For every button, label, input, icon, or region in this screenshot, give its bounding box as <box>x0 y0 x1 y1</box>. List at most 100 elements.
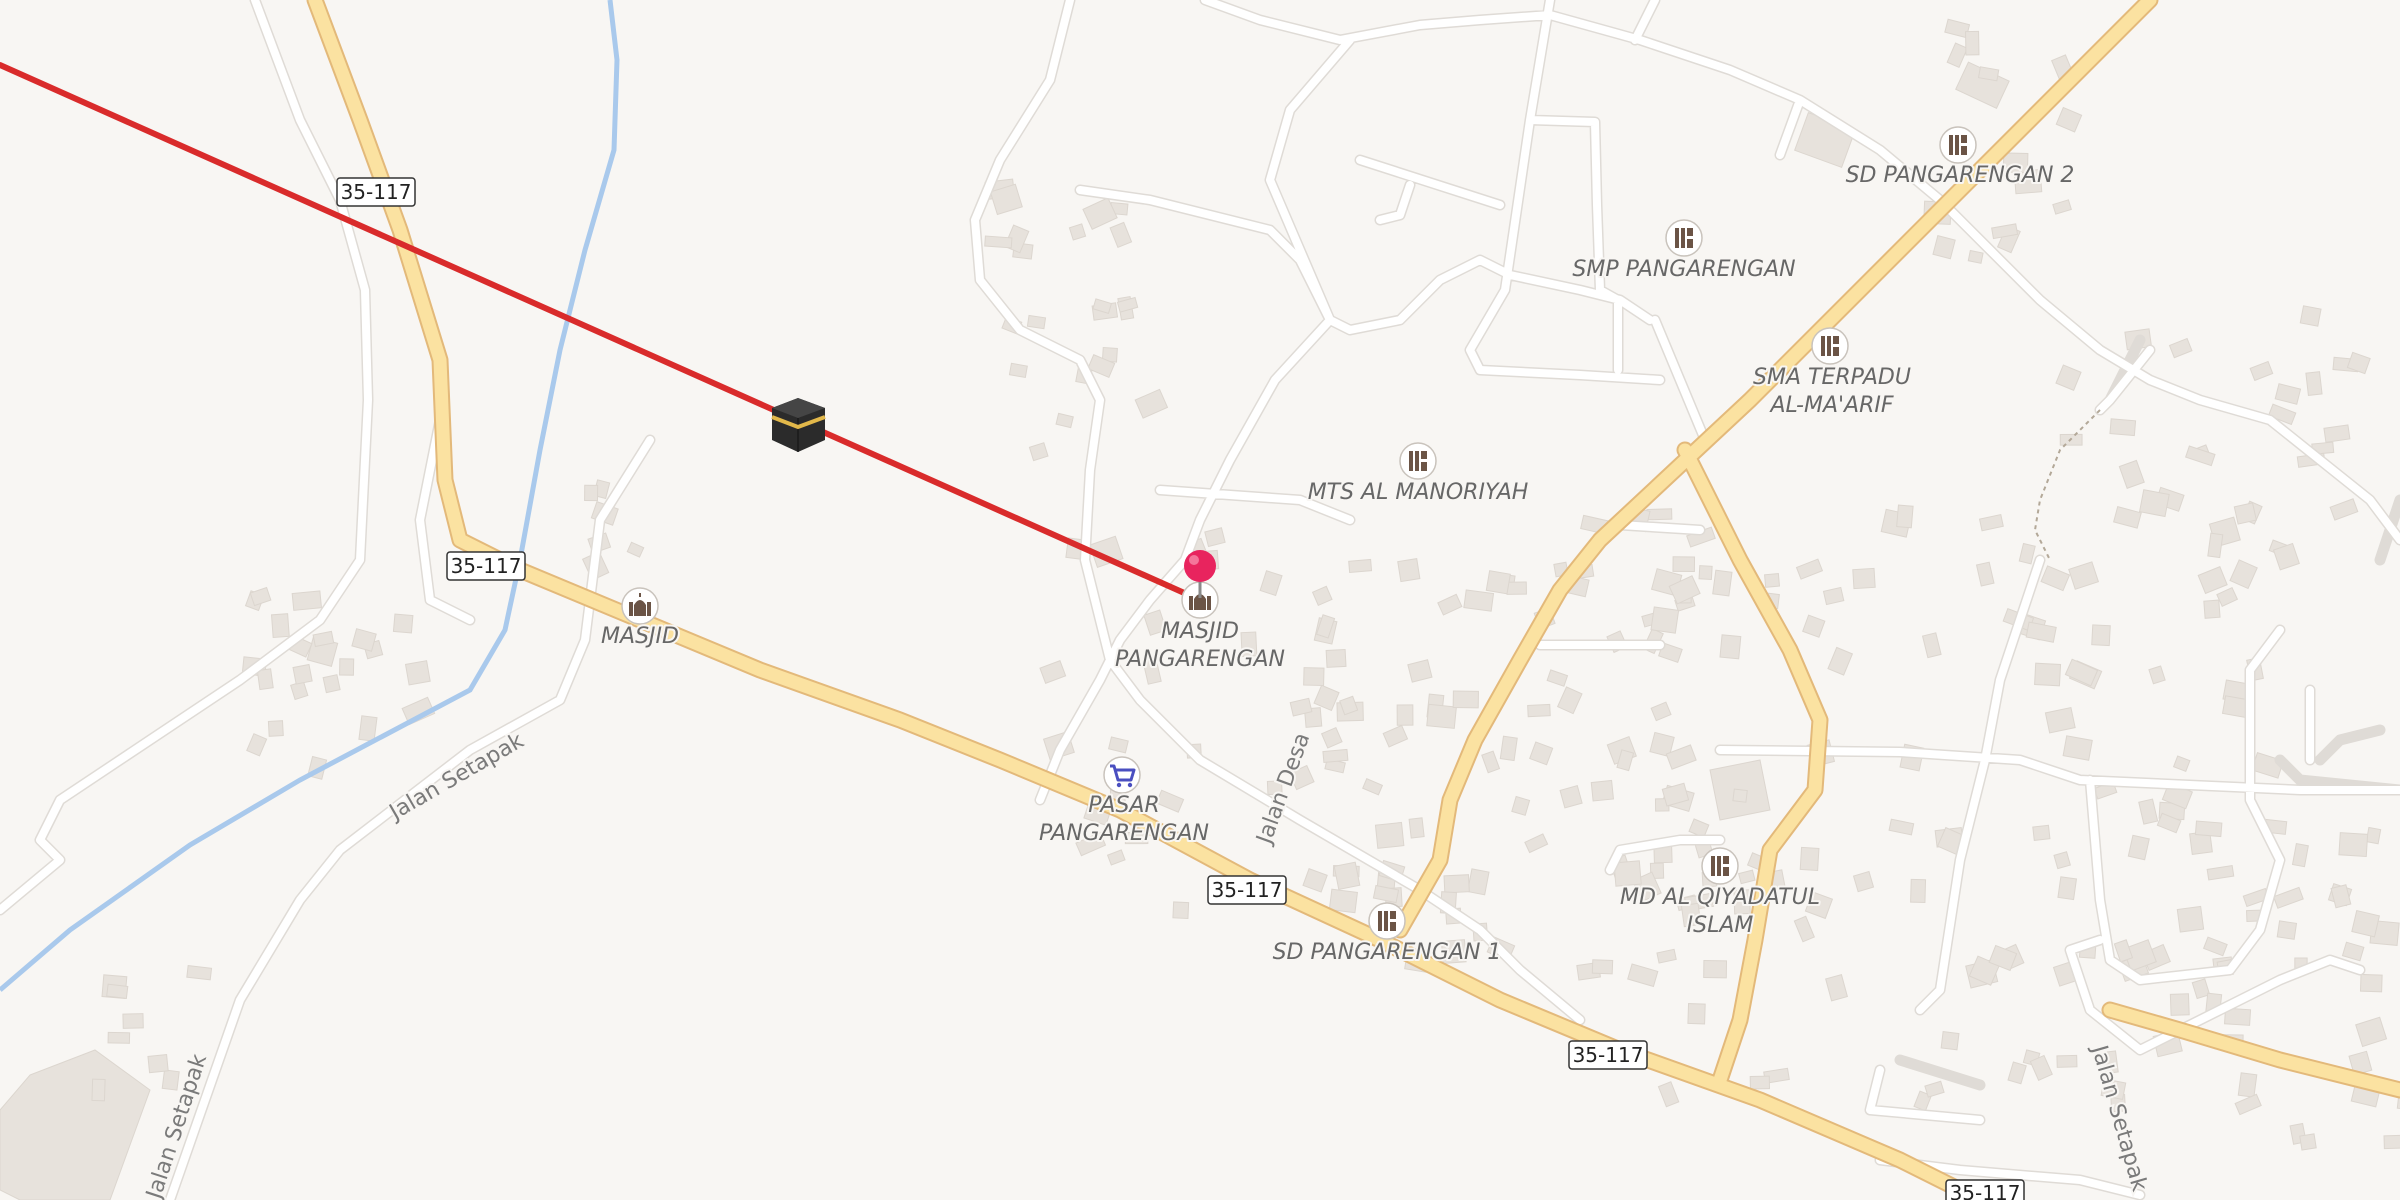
building <box>2299 305 2322 327</box>
building <box>1672 556 1696 573</box>
building <box>1463 589 1495 612</box>
building <box>1687 1003 1706 1025</box>
building <box>1749 1075 1771 1090</box>
building <box>1719 634 1742 660</box>
poi-label-al-maarif[interactable]: AL-MA'ARIF <box>1766 391 1895 420</box>
poi-label-mts-al-manoriyah[interactable]: MTS AL MANORIYAH <box>1306 478 1531 507</box>
building <box>2365 826 2382 845</box>
poi-label-masjid-pangarengan-1[interactable]: MASJID <box>1159 617 1241 646</box>
building <box>404 660 431 686</box>
building <box>2203 599 2221 619</box>
building <box>1940 1031 1960 1051</box>
building <box>1303 667 1325 687</box>
building <box>1590 779 1615 802</box>
building <box>1452 690 1479 709</box>
poi-label-md-al-qiyadatul[interactable]: MD AL QIYADATUL <box>1618 883 1822 912</box>
building <box>1499 735 1518 762</box>
school-icon[interactable] <box>1368 902 1406 940</box>
poi-label-sd-pangarengan-1[interactable]: SD PANGARENGAN 1 <box>1271 938 1504 967</box>
school-icon[interactable] <box>1701 847 1739 885</box>
building <box>1698 565 1713 580</box>
mosque-icon[interactable] <box>621 587 659 625</box>
building <box>1965 30 1980 56</box>
svg-text:35-117: 35-117 <box>341 180 412 204</box>
building <box>1328 888 1358 914</box>
building <box>2057 876 2078 901</box>
route-shield: 35-117 <box>1207 875 1287 905</box>
svg-text:35-117: 35-117 <box>451 554 522 578</box>
building <box>1646 508 1673 521</box>
school-icon[interactable] <box>1811 327 1849 365</box>
building <box>1026 314 1047 330</box>
building <box>2169 993 2190 1016</box>
building <box>1333 861 1361 891</box>
building <box>2323 424 2351 443</box>
building <box>584 484 599 502</box>
building <box>1322 748 1349 763</box>
building <box>107 1031 131 1044</box>
building <box>1910 878 1927 904</box>
building <box>186 965 213 981</box>
building <box>106 983 129 999</box>
building <box>984 235 1013 249</box>
building <box>2233 502 2257 525</box>
svg-text:35-117: 35-117 <box>1950 1181 2021 1200</box>
building <box>2383 1134 2400 1150</box>
route-shield: 35-117 <box>446 551 526 581</box>
building <box>2109 418 2137 437</box>
poi-label-smp-pangarengan[interactable]: SMP PANGARENGAN <box>1570 255 1797 284</box>
building <box>322 674 341 694</box>
building <box>2276 920 2298 940</box>
school-icon[interactable] <box>1399 442 1437 480</box>
shopping-cart-icon[interactable] <box>1103 756 1141 794</box>
poi-label-pangarengan-market[interactable]: PANGARENGAN <box>1037 819 1211 848</box>
poi-label-sd-pangarengan-2[interactable]: SD PANGARENGAN 2 <box>1844 161 2077 190</box>
building <box>392 613 414 634</box>
building <box>1172 901 1190 919</box>
route-shield: 35-117 <box>1945 1179 2025 1200</box>
poi-label-islam[interactable]: ISLAM <box>1685 911 1756 940</box>
building <box>1426 703 1457 729</box>
building <box>2338 832 2369 858</box>
building <box>1799 846 1820 872</box>
building <box>1852 567 1876 590</box>
building <box>1396 704 1414 726</box>
route-shield: 35-117 <box>336 177 416 207</box>
building <box>1967 249 1984 264</box>
poi-label-sma-terpadu[interactable]: SMA TERPADU <box>1751 363 1913 392</box>
poi-label-masjid-pangarengan-2[interactable]: PANGARENGAN <box>1113 645 1287 674</box>
building <box>2359 973 2383 993</box>
building <box>267 720 284 737</box>
poi-label-pasar[interactable]: PASAR <box>1086 791 1162 820</box>
building <box>2176 905 2205 933</box>
building <box>1732 788 1748 803</box>
building <box>1397 558 1421 583</box>
building <box>147 1054 169 1074</box>
school-icon[interactable] <box>1939 126 1977 164</box>
building <box>122 1013 144 1029</box>
building <box>1374 821 1405 849</box>
building <box>1527 703 1551 718</box>
building <box>1764 573 1781 588</box>
poi-label-masjid[interactable]: MASJID <box>599 622 681 651</box>
building <box>91 1078 106 1102</box>
building <box>1506 581 1527 595</box>
building <box>1008 362 1028 379</box>
building <box>2032 824 2051 841</box>
map-canvas[interactable]: Jalan Setapak Jalan Setapak Jalan Setapa… <box>0 0 2400 1200</box>
building <box>2034 662 2062 687</box>
building <box>2207 532 2224 559</box>
building <box>2305 371 2323 396</box>
building <box>1408 817 1425 839</box>
building <box>2062 735 2093 761</box>
building <box>1650 606 1680 634</box>
building <box>2194 820 2223 838</box>
building <box>2299 1133 2317 1151</box>
school-icon[interactable] <box>1665 219 1703 257</box>
building <box>2138 489 2170 518</box>
building <box>1466 868 1490 896</box>
building <box>2091 624 2111 647</box>
building <box>2237 1072 2258 1098</box>
building <box>2056 1054 2078 1068</box>
building <box>1443 874 1470 894</box>
